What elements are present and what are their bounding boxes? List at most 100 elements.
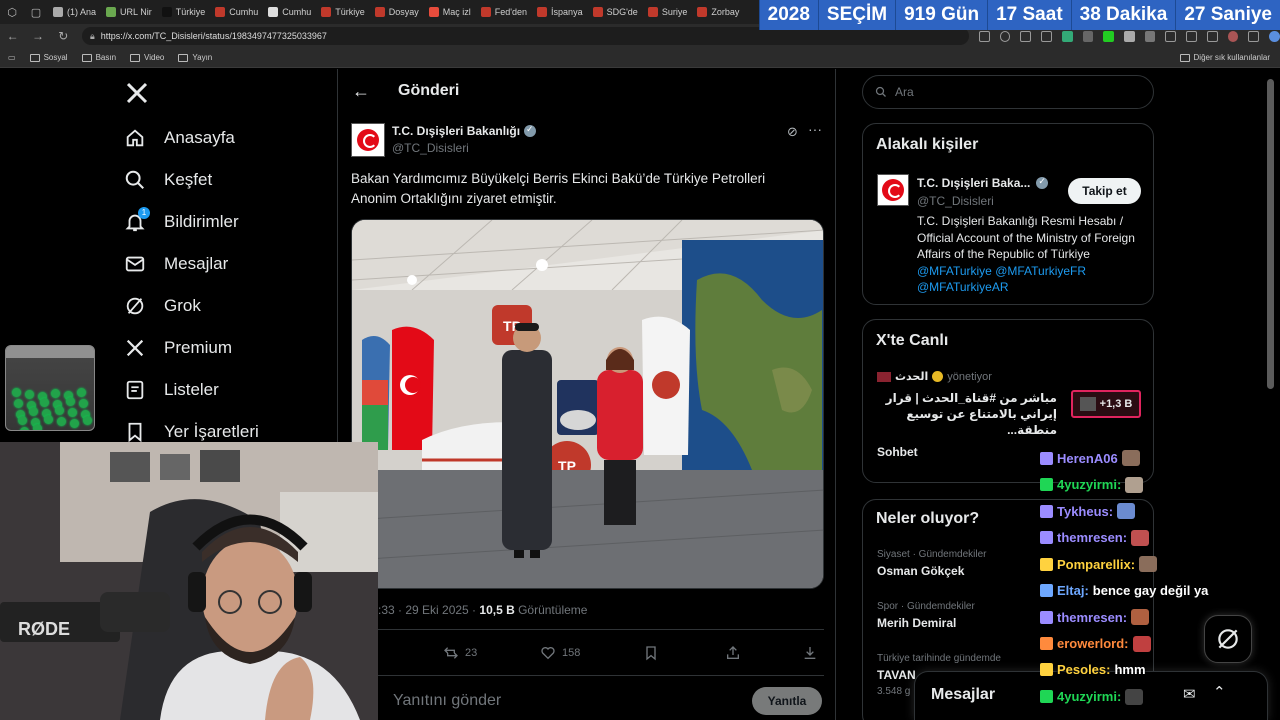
nav-item-lists[interactable]: Listeler: [124, 379, 219, 401]
repost-action[interactable]: 23: [443, 645, 477, 661]
nav-item-home[interactable]: Anasayfa: [124, 127, 235, 149]
chat-message: HerenA06: [1040, 450, 1140, 466]
extension-icon-5[interactable]: [1144, 30, 1156, 42]
messages-drawer-title: Mesajlar: [931, 686, 996, 703]
extension-icon-1[interactable]: [1061, 30, 1073, 42]
nav-item-premium[interactable]: Premium: [124, 337, 232, 359]
trend-name[interactable]: Osman Gökçek: [877, 564, 964, 578]
post-photo[interactable]: TP TP: [351, 219, 824, 589]
trend-name[interactable]: Merih Demiral: [877, 616, 956, 630]
browser-tab[interactable]: İspanya: [532, 0, 588, 24]
shield-icon[interactable]: [1207, 30, 1218, 42]
menu-dots-icon[interactable]: [1248, 30, 1260, 42]
gem-icon: [29, 407, 38, 416]
related-bio: T.C. Dışişleri Bakanlığı Resmi Hesabı / …: [917, 213, 1141, 296]
favorite-star-icon[interactable]: [1041, 30, 1052, 42]
extension-icon-4[interactable]: [1124, 30, 1135, 42]
reading-list-icon[interactable]: ▭: [8, 53, 16, 62]
nav-item-explore[interactable]: Keşfet: [124, 169, 212, 191]
back-icon[interactable]: ←: [0, 29, 25, 43]
like-action[interactable]: 158: [540, 645, 580, 661]
reply-input[interactable]: Yanıtını gönder: [393, 692, 501, 710]
favorites-icon[interactable]: [1186, 30, 1197, 42]
browser-tab[interactable]: Dosyay: [370, 0, 424, 24]
bookmark-sosyal[interactable]: Sosyal: [29, 53, 68, 62]
related-avatar[interactable]: [877, 174, 909, 206]
split-screen-icon[interactable]: [978, 30, 990, 42]
browser-tab[interactable]: Suriye: [643, 0, 693, 24]
chat-label[interactable]: Sohbet: [877, 445, 918, 459]
chat-emote-icon: [1125, 688, 1144, 705]
browser-tab[interactable]: Türkiye: [316, 0, 370, 24]
gem-icon: [57, 417, 66, 426]
trend-name[interactable]: TAVAN: [877, 668, 916, 682]
chat-message: Tykheus:: [1040, 503, 1136, 519]
live-host[interactable]: الحدث yönetiyor: [877, 370, 992, 383]
gem-icon: [51, 389, 60, 398]
profile-avatar[interactable]: [1227, 30, 1239, 42]
zoom-icon[interactable]: [999, 30, 1011, 42]
bookmark-icon: [128, 422, 142, 443]
extensions-puzzle-icon[interactable]: [1165, 30, 1177, 42]
extension-icon-2[interactable]: [1082, 30, 1094, 42]
tab-label: (1) Ana: [67, 7, 97, 17]
browser-tab[interactable]: Maç izl: [424, 0, 476, 24]
share-action[interactable]: [725, 645, 741, 661]
lock-icon: 🔒︎: [89, 30, 95, 41]
scrollbar[interactable]: [1267, 79, 1274, 389]
browser-tab[interactable]: Fed'den: [476, 0, 532, 24]
related-name[interactable]: T.C. Dışişleri Baka...: [917, 176, 1049, 190]
post-time[interactable]: :33 · 29 Eki 2025 ·: [378, 603, 479, 617]
nav-label: Anasayfa: [164, 128, 235, 147]
listener-count[interactable]: +1,3 B: [1071, 390, 1141, 418]
bookmark-icon: [646, 646, 656, 661]
bookmark-action[interactable]: [643, 645, 659, 661]
nav-item-messages[interactable]: Mesajlar: [124, 253, 228, 275]
live-stream-title[interactable]: مباشر من #قناة_الحدث | قرار إيراني بالام…: [877, 390, 1057, 438]
browser-tab[interactable]: (1) Ana: [48, 0, 101, 24]
copilot-icon[interactable]: [1269, 30, 1280, 42]
author-name[interactable]: T.C. Dışişleri Bakanlığı: [392, 124, 537, 138]
read-aloud-icon[interactable]: [1020, 30, 1032, 42]
bio-links[interactable]: @MFATurkiye @MFATurkiyeFR @MFATurkiyeAR: [917, 264, 1086, 295]
browser-tab[interactable]: Cumhu: [210, 0, 263, 24]
divider: [351, 629, 824, 630]
related-handle[interactable]: @TC_Disisleri: [917, 194, 994, 208]
folder-icon: [29, 53, 40, 62]
gem-icon: [66, 397, 75, 406]
nav-item-grok[interactable]: Grok: [124, 295, 201, 317]
repost-icon: [444, 647, 458, 659]
nav-item-notifications[interactable]: 1 Bildirimler: [124, 207, 239, 233]
tab-favicon-icon: [480, 7, 491, 17]
reload-icon[interactable]: ↻: [51, 29, 76, 43]
forward-icon[interactable]: →: [25, 29, 50, 43]
reply-button[interactable]: Yanıtla: [752, 687, 822, 715]
author-handle[interactable]: @TC_Disisleri: [392, 141, 469, 155]
bookmark-yayin[interactable]: Yayın: [178, 53, 212, 62]
x-logo-icon[interactable]: [125, 81, 149, 112]
tab-actions-icon[interactable]: ▢: [24, 0, 48, 24]
follow-button[interactable]: Takip et: [1068, 178, 1141, 204]
browser-tab[interactable]: Zorbay: [692, 0, 744, 24]
gem-icon: [40, 398, 49, 407]
download-action[interactable]: [802, 645, 818, 661]
bookmark-basin[interactable]: Basın: [81, 53, 116, 62]
grok-explain-icon[interactable]: ⊘: [787, 124, 798, 140]
trend-category: Siyaset · Gündemdekiler: [877, 549, 987, 560]
more-options-icon[interactable]: ···: [808, 121, 822, 137]
browser-tab[interactable]: SDG'de: [588, 0, 643, 24]
extension-icon-3[interactable]: [1103, 30, 1115, 42]
browser-tab[interactable]: URL Nir: [101, 0, 157, 24]
author-avatar[interactable]: [351, 123, 385, 157]
search-input[interactable]: Ara: [862, 75, 1154, 109]
bookmark-video[interactable]: Video: [130, 53, 164, 62]
post-column: ← Gönderi T.C. Dışişleri Bakanlığı @TC_D…: [337, 69, 836, 720]
workspaces-icon[interactable]: ⬡: [0, 0, 24, 24]
nav-item-bookmarks[interactable]: Yer İşaretleri: [124, 421, 259, 443]
other-bookmarks[interactable]: Diğer sık kullanılanlar: [1179, 53, 1270, 62]
browser-tab[interactable]: Cumhu: [263, 0, 316, 24]
chat-username: Pomparellix:: [1057, 556, 1136, 572]
back-arrow-icon[interactable]: ←: [352, 81, 370, 102]
browser-tab[interactable]: Türkiye: [157, 0, 211, 24]
view-label: Görüntüleme: [514, 603, 588, 617]
